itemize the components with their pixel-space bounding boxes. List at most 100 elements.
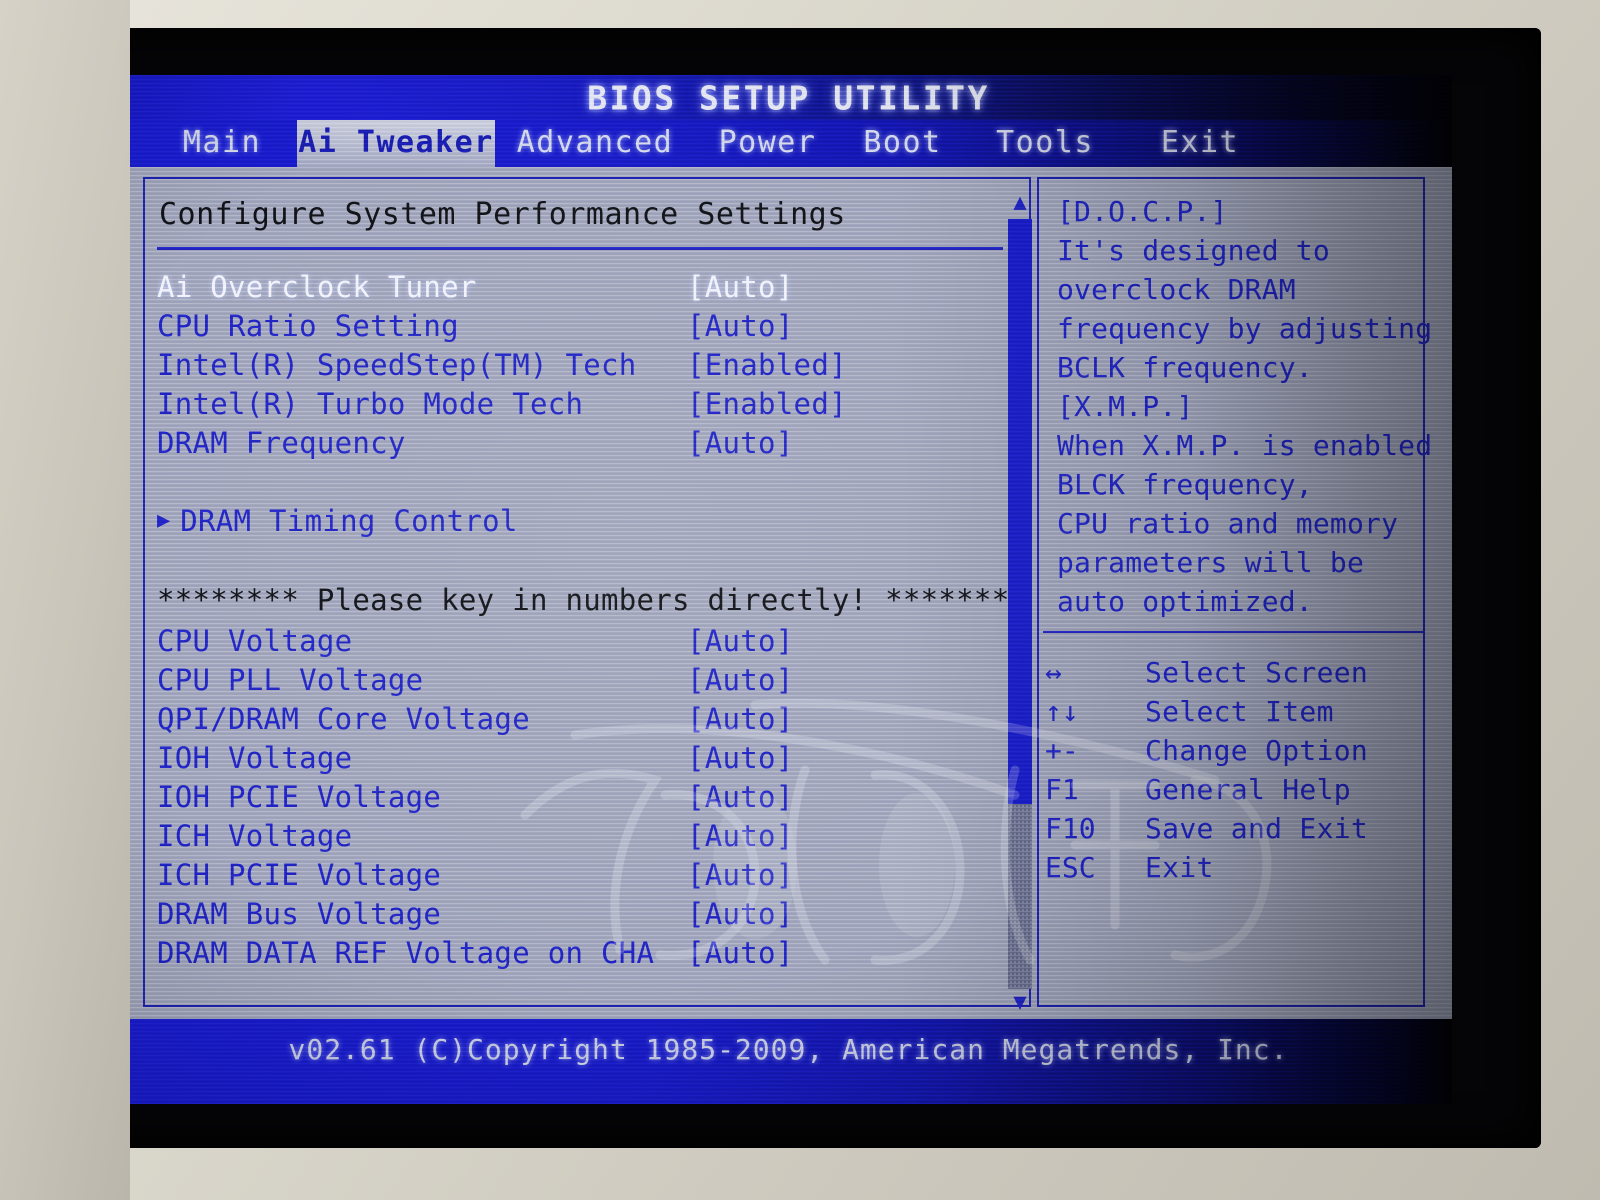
setting-row[interactable]: QPI/DRAM Core Voltage [Auto] — [157, 699, 1005, 738]
setting-row[interactable]: CPU Ratio Setting [Auto] — [157, 306, 1005, 345]
setting-label: QPI/DRAM Core Voltage — [157, 701, 530, 736]
key-legend-row: F1 General Help — [1045, 770, 1421, 809]
submenu-row-dram-timing-control[interactable]: ▶ DRAM Timing Control — [157, 501, 1005, 540]
setting-row[interactable]: ICH Voltage [Auto] — [157, 816, 1005, 855]
tab-tools[interactable]: Tools — [975, 120, 1115, 167]
help-line: BLCK frequency, — [1057, 468, 1313, 501]
title-bar: BIOS SETUP UTILITY — [125, 75, 1452, 120]
key-legend-row: ↑↓ Select Item — [1045, 692, 1421, 731]
setting-value[interactable]: [Auto] — [687, 741, 794, 775]
notice-text: ******** Please key in numbers directly!… — [157, 583, 1028, 617]
setting-label: ICH Voltage — [157, 818, 353, 853]
help-line: It's designed to — [1057, 234, 1330, 267]
help-line: [D.O.C.P.] — [1057, 195, 1228, 228]
crt-monitor-bezel: BIOS SETUP UTILITY Main Ai Tweaker Advance… — [0, 0, 1600, 1200]
crt-tube-face: BIOS SETUP UTILITY Main Ai Tweaker Advance… — [63, 28, 1541, 1148]
setting-value[interactable]: [Auto] — [687, 702, 794, 736]
scrollbar-thumb[interactable] — [1008, 219, 1032, 805]
submenu-arrow-icon: ▶ — [157, 508, 171, 533]
key-legend-row: ↔ Select Screen — [1045, 653, 1421, 692]
setting-value[interactable]: [Auto] — [687, 819, 794, 853]
tab-boot[interactable]: Boot — [835, 120, 970, 167]
setting-row[interactable]: Ai Overclock Tuner [Auto] — [157, 267, 1005, 306]
setting-value[interactable]: [Auto] — [687, 936, 794, 970]
key-description: Select Item — [1145, 695, 1334, 728]
setting-value[interactable]: [Auto] — [687, 309, 794, 343]
key-glyph: ↔ — [1045, 656, 1062, 689]
setting-row[interactable]: DRAM Frequency [Auto] — [157, 423, 1005, 462]
footer-bar: v02.61 (C)Copyright 1985-2009, American … — [125, 1019, 1452, 1104]
setting-label: Intel(R) Turbo Mode Tech — [157, 386, 584, 421]
setting-label: IOH Voltage — [157, 740, 353, 775]
setting-value[interactable]: [Enabled] — [687, 387, 847, 421]
setting-row[interactable]: IOH Voltage [Auto] — [157, 738, 1005, 777]
setting-row[interactable]: CPU Voltage [Auto] — [157, 621, 1005, 660]
setting-value[interactable]: [Auto] — [687, 858, 794, 892]
help-panel: [D.O.C.P.] It's designed to overclock DRAM… — [1037, 177, 1433, 1007]
help-key-separator — [1043, 631, 1423, 633]
setting-label: DRAM Bus Voltage — [157, 896, 442, 931]
tab-ai-tweaker[interactable]: Ai Tweaker — [297, 120, 495, 167]
help-line: parameters will be — [1057, 546, 1365, 579]
tab-exit[interactable]: Exit — [1125, 120, 1275, 167]
help-line: auto optimized. — [1057, 585, 1313, 618]
setting-row[interactable]: Intel(R) SpeedStep(TM) Tech [Enabled] — [157, 345, 1005, 384]
setting-row[interactable]: CPU PLL Voltage [Auto] — [157, 660, 1005, 699]
tab-main[interactable]: Main — [147, 120, 297, 167]
help-line: BCLK frequency. — [1057, 351, 1313, 384]
key-description: Select Screen — [1145, 656, 1369, 689]
tab-power[interactable]: Power — [695, 120, 840, 167]
help-text: [D.O.C.P.] It's designed to overclock DRAM… — [1057, 195, 1433, 624]
setting-value[interactable]: [Auto] — [687, 426, 794, 460]
settings-panel: Configure System Performance Settings Ai… — [143, 177, 1032, 1014]
setting-row[interactable]: DRAM Bus Voltage [Auto] — [157, 894, 1005, 933]
content-area: Configure System Performance Settings Ai… — [125, 167, 1452, 1019]
key-glyph: F10 — [1045, 812, 1096, 845]
key-glyph: ESC — [1045, 851, 1096, 884]
key-description: General Help — [1145, 773, 1351, 806]
key-description: Change Option — [1145, 734, 1369, 767]
copyright-text: v02.61 (C)Copyright 1985-2009, American … — [288, 1033, 1289, 1066]
setting-label: CPU PLL Voltage — [157, 662, 424, 697]
key-legend-row: F10 Save and Exit — [1045, 809, 1421, 848]
help-line: overclock DRAM — [1057, 273, 1296, 306]
key-glyph: ↑↓ — [1045, 695, 1079, 728]
key-glyph: +- — [1045, 734, 1079, 767]
setting-label: Ai Overclock Tuner — [157, 269, 477, 304]
submenu-label: DRAM Timing Control — [180, 503, 518, 538]
vertical-scrollbar[interactable]: ▲ ▼ — [1007, 192, 1033, 1015]
setting-label: DRAM Frequency — [157, 425, 406, 460]
setting-row[interactable]: Intel(R) Turbo Mode Tech [Enabled] — [157, 384, 1005, 423]
key-description: Save and Exit — [1145, 812, 1369, 845]
scroll-down-arrow-icon[interactable]: ▼ — [1008, 992, 1032, 1015]
setting-value[interactable]: [Enabled] — [687, 348, 847, 382]
setting-value[interactable]: [Auto] — [687, 663, 794, 697]
help-line: frequency by adjusting — [1057, 312, 1433, 345]
key-legend: ↔ Select Screen ↑↓ Select Item +- Change Opti… — [1045, 653, 1421, 887]
setting-row[interactable]: IOH PCIE Voltage [Auto] — [157, 777, 1005, 816]
menu-bar[interactable]: Main Ai Tweaker Advanced Power Boot Tools Exit — [125, 120, 1452, 167]
help-line: CPU ratio and memory — [1057, 507, 1399, 540]
setting-row[interactable]: DRAM DATA REF Voltage on CHA [Auto] — [157, 933, 1005, 972]
heading-separator — [157, 247, 1003, 250]
page-title: BIOS SETUP UTILITY — [587, 78, 990, 117]
setting-label: Intel(R) SpeedStep(TM) Tech — [157, 347, 637, 382]
tab-advanced[interactable]: Advanced — [500, 120, 690, 167]
key-legend-row: +- Change Option — [1045, 731, 1421, 770]
setting-value[interactable]: [Auto] — [687, 780, 794, 814]
setting-value[interactable]: [Auto] — [687, 897, 794, 931]
key-legend-row: ESC Exit — [1045, 848, 1421, 887]
key-glyph: F1 — [1045, 773, 1079, 806]
setting-row[interactable]: ICH PCIE Voltage [Auto] — [157, 855, 1005, 894]
bios-screen: BIOS SETUP UTILITY Main Ai Tweaker Advance… — [125, 75, 1452, 1104]
setting-value[interactable]: [Auto] — [687, 624, 794, 658]
settings-list[interactable]: Ai Overclock Tuner [Auto] CPU Ratio Settin… — [157, 267, 1028, 972]
scroll-up-arrow-icon[interactable]: ▲ — [1008, 192, 1032, 215]
panel-heading: Configure System Performance Settings — [159, 197, 846, 232]
setting-value[interactable]: [Auto] — [687, 270, 794, 304]
key-description: Exit — [1145, 851, 1214, 884]
setting-label: IOH PCIE Voltage — [157, 779, 442, 814]
scrollbar-track[interactable] — [1008, 219, 1032, 989]
